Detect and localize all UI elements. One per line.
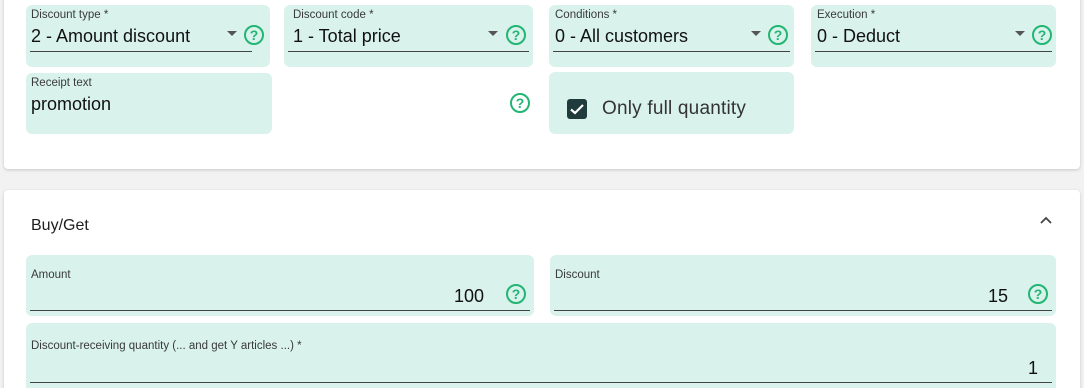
discount-input[interactable]: Discount 15 ? xyxy=(550,255,1056,316)
field-underline xyxy=(30,51,252,52)
receiving-quantity-input[interactable]: Discount-receiving quantity (... and get… xyxy=(26,323,1056,388)
conditions-value: 0 - All customers xyxy=(555,26,689,46)
discount-code-select[interactable]: Discount code * 1 - Total price ? xyxy=(284,5,533,67)
conditions-label: Conditions * xyxy=(555,9,618,21)
help-icon[interactable]: ? xyxy=(506,284,526,304)
help-icon[interactable]: ? xyxy=(768,25,788,45)
discount-value: 15 xyxy=(987,286,1008,306)
execution-select[interactable]: Execution * 0 - Deduct ? xyxy=(811,5,1056,67)
discount-type-label: Discount type * xyxy=(31,9,109,21)
amount-input[interactable]: Amount 100 ? xyxy=(26,255,534,316)
chevron-down-icon[interactable] xyxy=(751,31,761,36)
receipt-text-input[interactable]: Receipt text promotion ? xyxy=(26,73,536,134)
execution-value: 0 - Deduct xyxy=(817,26,901,46)
chevron-up-icon[interactable] xyxy=(1038,212,1054,228)
field-underline xyxy=(553,51,790,52)
section-title: Buy/Get xyxy=(31,217,89,234)
help-icon[interactable]: ? xyxy=(244,25,264,45)
conditions-select[interactable]: Conditions * 0 - All customers ? xyxy=(549,5,794,67)
field-underline xyxy=(815,51,1052,52)
help-icon[interactable]: ? xyxy=(510,93,530,113)
help-icon[interactable]: ? xyxy=(1028,284,1048,304)
field-underline xyxy=(30,310,530,311)
receipt-text-value: promotion xyxy=(31,94,112,114)
receiving-quantity-label: Discount-receiving quantity (... and get… xyxy=(31,340,302,352)
chevron-down-icon[interactable] xyxy=(227,31,237,36)
discount-label: Discount xyxy=(555,269,600,281)
discount-code-label: Discount code * xyxy=(293,9,374,21)
field-underline xyxy=(288,51,529,52)
amount-label: Amount xyxy=(31,269,71,281)
help-icon[interactable]: ? xyxy=(506,25,526,45)
chevron-down-icon[interactable] xyxy=(488,31,498,36)
receipt-text-label: Receipt text xyxy=(31,77,92,89)
checkbox-checked-icon[interactable] xyxy=(567,99,587,119)
buy-get-card: Buy/Get Amount 100 ? Discount 15 ? Disco… xyxy=(4,190,1080,388)
amount-value: 100 xyxy=(453,286,484,306)
field-underline xyxy=(30,382,1052,383)
discount-code-value: 1 - Total price xyxy=(293,26,401,46)
chevron-down-icon[interactable] xyxy=(1015,31,1025,36)
only-full-quantity-label: Only full quantity xyxy=(602,98,747,119)
discount-settings-card: Discount type * 2 - Amount discount ? Di… xyxy=(4,0,1080,169)
execution-label: Execution * xyxy=(817,9,876,21)
discount-type-select[interactable]: Discount type * 2 - Amount discount ? xyxy=(26,5,270,67)
field-underline xyxy=(554,310,1052,311)
help-icon[interactable]: ? xyxy=(1032,25,1052,45)
only-full-quantity-checkbox[interactable]: Only full quantity xyxy=(549,72,794,134)
receiving-quantity-value: 1 xyxy=(1027,358,1038,378)
discount-type-value: 2 - Amount discount xyxy=(31,26,191,46)
